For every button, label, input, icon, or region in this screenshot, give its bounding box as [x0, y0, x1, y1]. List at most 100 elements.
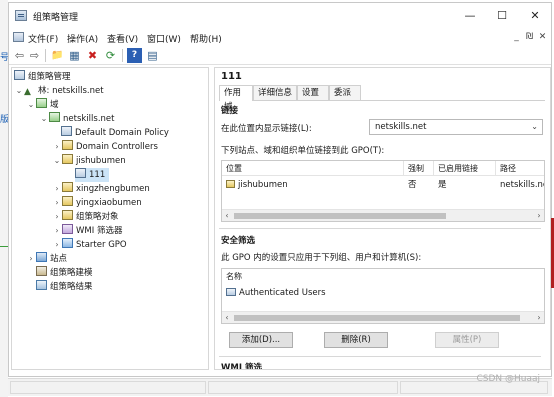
tree-label: netskills.net [63, 114, 115, 124]
chevron-down-icon[interactable]: ⌄ [52, 154, 62, 168]
tree-label: 域 [50, 100, 59, 110]
tree-item-root[interactable]: 组策略管理 [14, 70, 71, 84]
scroll-right-icon[interactable]: › [534, 312, 544, 324]
forward-arrow-icon[interactable]: ⇨ [27, 48, 42, 63]
close-button[interactable]: ✕ [520, 7, 550, 25]
tree-item-domain-controllers[interactable]: › Domain Controllers [52, 140, 158, 154]
column-path[interactable]: 路径 [496, 161, 546, 176]
tree-item-domains[interactable]: ⌄ 域 [26, 98, 59, 112]
menu-view[interactable]: 查看(V) [107, 32, 138, 45]
menu-file[interactable]: 文件(F) [28, 32, 58, 45]
links-list: 位置 强制 已启用链接 路径 jishubumen 否 是 netskills.… [221, 160, 545, 222]
column-enforced[interactable]: 强制 [404, 161, 434, 176]
detail-pane: 111 作用域 详细信息 设置 委派 链接 在此位置内显示链接(L): nets… [214, 67, 551, 370]
tree-item-gpo-111[interactable]: 111 [75, 168, 110, 182]
mdi-restore-button[interactable]: ₪ [524, 31, 535, 43]
list-item[interactable]: Authenticated Users [222, 287, 522, 300]
tree-label: yingxiaobumen [76, 198, 142, 208]
scrollbar-thumb[interactable] [234, 315, 520, 321]
gpo-container-icon [62, 210, 73, 220]
tree-label: 组策略建模 [50, 268, 93, 278]
properties-button[interactable]: 属性(P) [435, 332, 499, 348]
scrollbar-thumb[interactable] [234, 213, 446, 219]
tree-label: 组策略对象 [76, 212, 119, 222]
chevron-down-icon[interactable]: ⌄ [14, 84, 24, 98]
tree-item-forest[interactable]: ⌄ ▲ 林: netskills.net [14, 84, 104, 98]
chevron-right-icon[interactable]: › [52, 140, 62, 154]
column-location[interactable]: 位置 [222, 161, 404, 176]
security-horizontal-scrollbar[interactable]: ‹ › [222, 311, 544, 323]
remove-button[interactable]: 删除(R) [324, 332, 388, 348]
back-arrow-icon[interactable]: ⇦ [12, 48, 27, 63]
tree-label: 林: netskills.net [38, 86, 104, 96]
chevron-right-icon[interactable]: › [52, 182, 62, 196]
properties-icon[interactable]: ▤ [145, 48, 160, 63]
tree-item-wmi-filters[interactable]: › WMI 筛选器 [52, 224, 122, 238]
column-name[interactable]: 名称 [222, 269, 544, 284]
minimize-button[interactable]: — [455, 7, 485, 25]
sites-icon [36, 252, 47, 262]
domains-icon [36, 98, 47, 108]
toolbar-separator [45, 49, 46, 62]
column-link-enabled[interactable]: 已启用链接 [434, 161, 496, 176]
ou-icon [62, 140, 73, 150]
tree-item-xingzhengbumen[interactable]: › xingzhengbumen [52, 182, 150, 196]
toolbar: ⇦ ⇨ 📁 ▦ ✖ ⟳ ? ▤ [9, 46, 551, 65]
folder-up-icon[interactable]: 📁 [50, 48, 65, 63]
console-tree: 组策略管理 ⌄ ▲ 林: netskills.net ⌄ 域 ⌄ netskills.n… [11, 67, 209, 370]
show-hide-tree-icon[interactable]: ▦ [67, 48, 82, 63]
wmi-filter-icon [62, 224, 73, 234]
chevron-right-icon[interactable]: › [52, 224, 62, 238]
menu-help[interactable]: 帮助(H) [190, 32, 222, 45]
scroll-left-icon[interactable]: ‹ [222, 210, 232, 222]
tree-item-modeling[interactable]: 组策略建模 [36, 266, 93, 280]
tab-scope[interactable]: 作用域 [219, 85, 253, 112]
tree-item-gpo-objects[interactable]: › 组策略对象 [52, 210, 119, 224]
tree-item-sites[interactable]: › 站点 [26, 252, 67, 266]
tree-item-default-domain-policy[interactable]: Default Domain Policy [61, 126, 169, 140]
menu-window[interactable]: 窗口(W) [147, 32, 181, 45]
menu-action[interactable]: 操作(A) [67, 32, 98, 45]
help-icon[interactable]: ? [127, 48, 142, 63]
mdi-close-button[interactable]: ✕ [537, 31, 548, 43]
security-principal-name: Authenticated Users [239, 288, 326, 298]
linked-locations-label: 下列站点、域和组织单位链接到此 GPO(T): [221, 146, 385, 156]
chevron-down-icon[interactable]: ⌄ [39, 112, 49, 126]
console-menu-icon[interactable] [13, 32, 24, 42]
gpmc-window: 组策略管理 — ☐ ✕ 文件(F) 操作(A) 查看(V) 窗口(W) 帮助(H… [8, 2, 552, 377]
links-horizontal-scrollbar[interactable]: ‹ › [222, 209, 544, 221]
tree-item-starter-gpo[interactable]: › Starter GPO [52, 238, 127, 252]
tab-details[interactable]: 详细信息 [253, 85, 297, 100]
mdi-minimize-button[interactable]: _ [511, 31, 522, 43]
forest-icon: ▲ [24, 87, 31, 97]
tab-settings[interactable]: 设置 [297, 85, 329, 100]
chevron-right-icon[interactable]: › [52, 238, 62, 252]
results-icon [36, 280, 47, 290]
tree-item-jishubumen[interactable]: ⌄ jishubumen [52, 154, 126, 168]
chevron-right-icon[interactable]: › [52, 210, 62, 224]
display-links-dropdown[interactable]: netskills.net ⌄ [369, 119, 543, 135]
tree-item-domain[interactable]: ⌄ netskills.net [39, 112, 114, 126]
users-group-icon [226, 288, 236, 296]
link-enforced-cell: 否 [408, 180, 417, 190]
chevron-down-icon[interactable]: ⌄ [26, 98, 36, 112]
maximize-button[interactable]: ☐ [487, 7, 517, 25]
ou-icon [62, 182, 73, 192]
status-bar [8, 378, 552, 396]
tree-label: WMI 筛选器 [76, 226, 123, 236]
tree-label: 站点 [50, 254, 68, 264]
tree-item-results[interactable]: 组策略结果 [36, 280, 93, 294]
chevron-right-icon[interactable]: › [26, 252, 36, 266]
tree-label: Default Domain Policy [75, 128, 169, 138]
gpo-link-icon [61, 126, 72, 136]
scroll-right-icon[interactable]: › [534, 210, 544, 222]
scroll-left-icon[interactable]: ‹ [222, 312, 232, 324]
security-filtering-description: 此 GPO 内的设置只应用于下列组、用户和计算机(S): [221, 253, 422, 263]
tree-item-yingxiaobumen[interactable]: › yingxiaobumen [52, 196, 142, 210]
security-filtering-title: 安全筛选 [221, 236, 256, 246]
delete-icon[interactable]: ✖ [85, 48, 100, 63]
add-button[interactable]: 添加(D)... [229, 332, 293, 348]
tab-delegation[interactable]: 委派 [329, 85, 361, 100]
refresh-icon[interactable]: ⟳ [103, 48, 118, 63]
chevron-right-icon[interactable]: › [52, 196, 62, 210]
